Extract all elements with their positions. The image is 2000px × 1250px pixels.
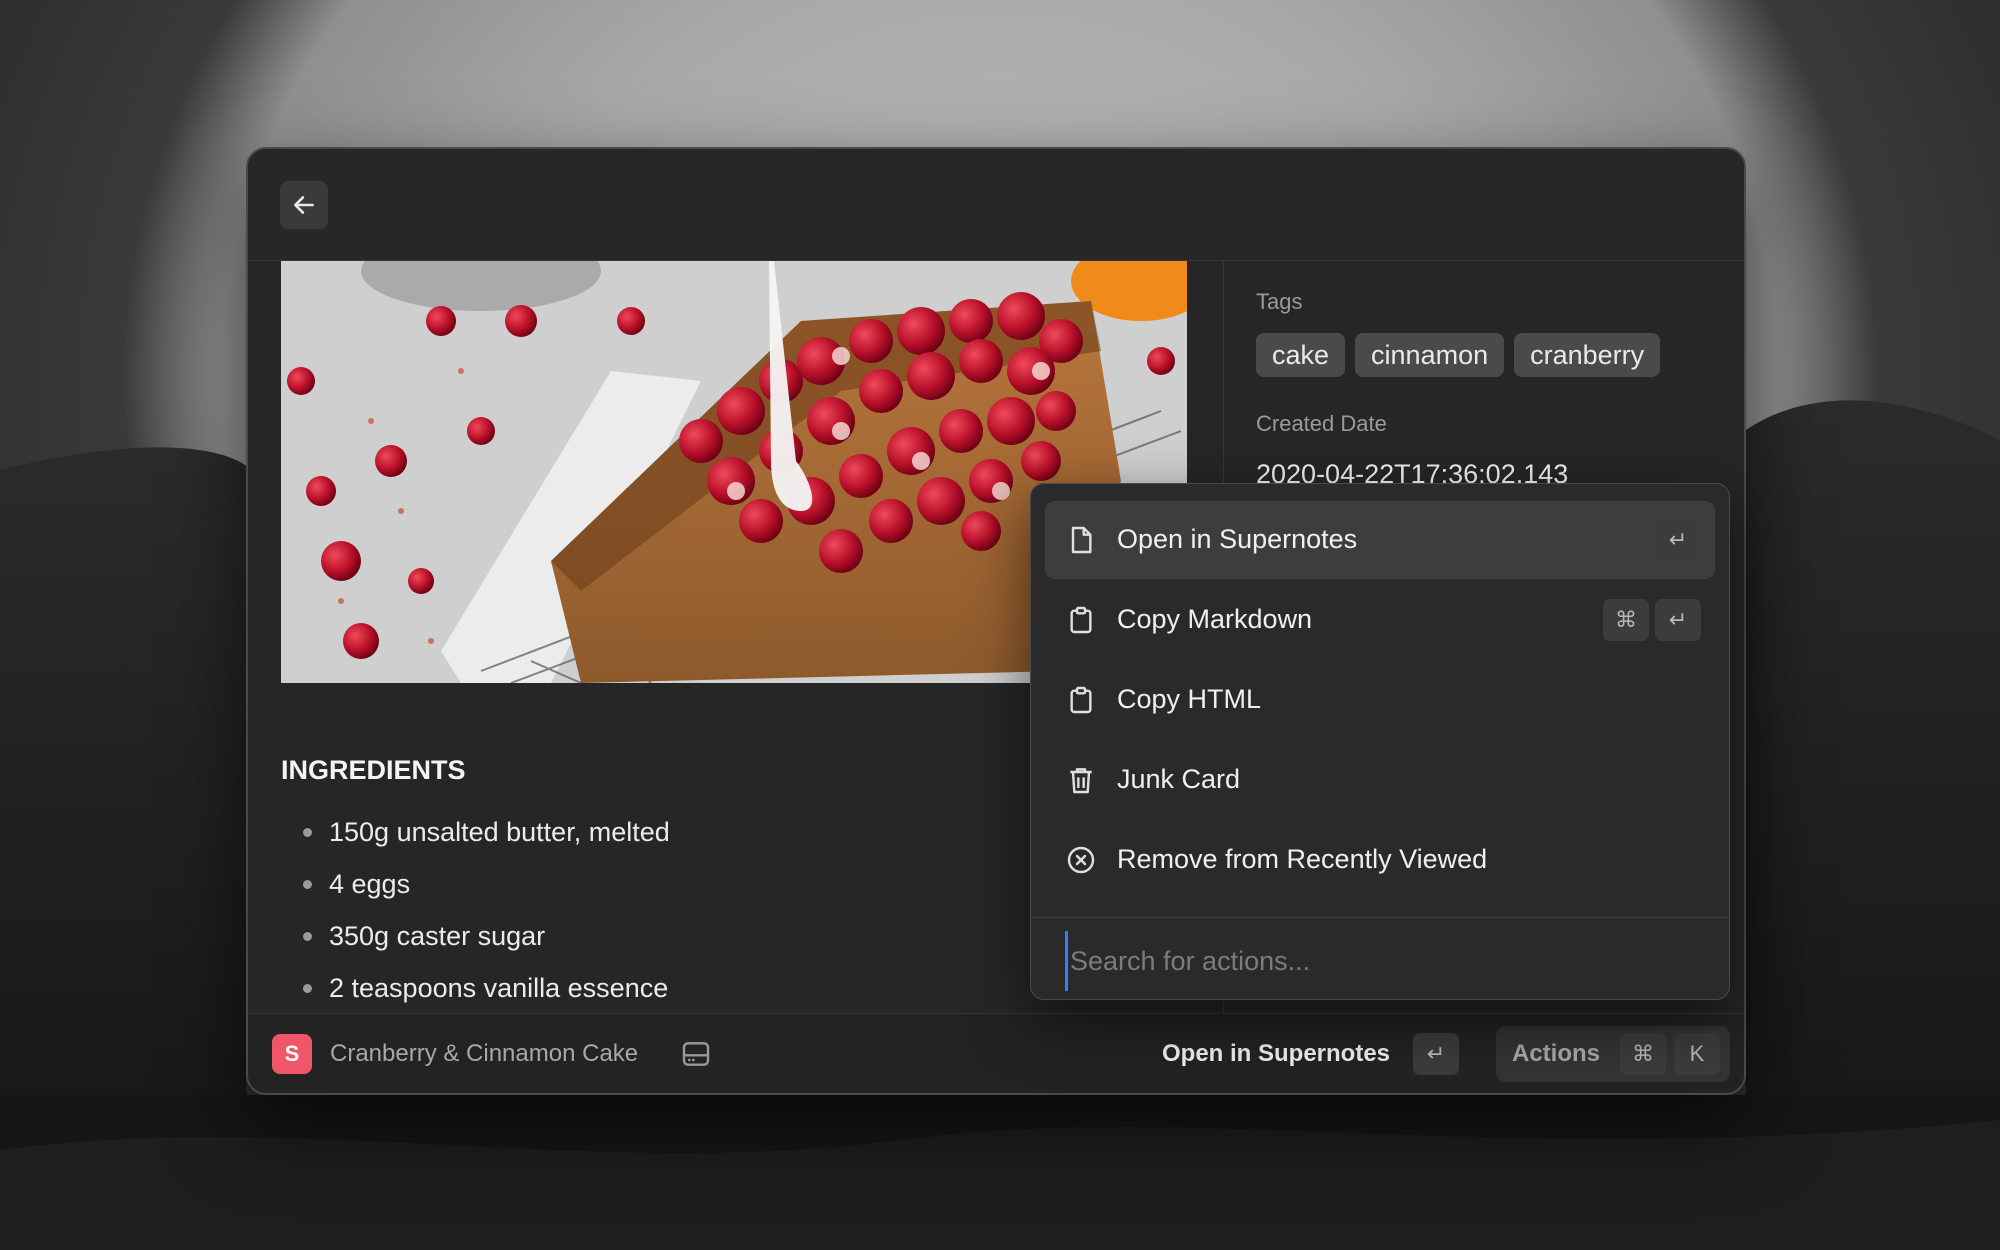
menu-item-open-in-supernotes[interactable]: Open in Supernotes ↵ <box>1045 501 1715 579</box>
hard-drive-icon <box>682 1042 710 1066</box>
actions-label: Actions <box>1512 1040 1601 1067</box>
enter-key-hint: ↵ <box>1413 1033 1459 1075</box>
created-date-label: Created Date <box>1256 411 1387 436</box>
actions-popover: Open in Supernotes ↵ Copy Markdown ⌘ ↵ C… <box>1030 483 1730 1000</box>
tags-label: Tags <box>1256 289 1303 314</box>
menu-item-label: Junk Card <box>1117 764 1241 794</box>
menu-item-remove-from-recently-viewed[interactable]: Remove from Recently Viewed <box>1045 821 1715 899</box>
tag-cranberry[interactable]: cranberry <box>1514 333 1661 377</box>
top-bar <box>248 149 1744 261</box>
menu-item-junk-card[interactable]: Junk Card <box>1045 741 1715 819</box>
tag-list: cake cinnamon cranberry <box>1256 333 1716 377</box>
primary-action-button[interactable]: Open in Supernotes <box>1162 1040 1390 1068</box>
arrow-left-icon <box>294 196 314 214</box>
shortcut-hint: ⌘ ↵ <box>1603 599 1701 641</box>
popover-divider <box>1031 917 1729 918</box>
clipboard-icon <box>1070 606 1092 634</box>
action-search <box>1065 931 1705 991</box>
supernotes-app-icon: S <box>272 1034 312 1074</box>
footer-bar: S Cranberry & Cinnamon Cake Open in Supe… <box>248 1013 1744 1093</box>
document-icon <box>1071 526 1092 554</box>
shortcut-hint: ↵ <box>1655 519 1701 561</box>
menu-item-label: Remove from Recently Viewed <box>1117 844 1488 874</box>
tag-cinnamon[interactable]: cinnamon <box>1355 333 1505 377</box>
tag-cake[interactable]: cake <box>1256 333 1346 377</box>
enter-key-hint: ↵ <box>1655 599 1701 641</box>
list-item: 2 teaspoons vanilla essence <box>281 962 670 1014</box>
list-item: 4 eggs <box>281 858 670 910</box>
note-title: Cranberry & Cinnamon Cake <box>330 1040 639 1067</box>
list-item: 150g unsalted butter, melted <box>281 806 670 858</box>
clipboard-icon <box>1070 686 1092 714</box>
menu-item-label: Open in Supernotes <box>1117 524 1358 554</box>
command-key-hint: ⌘ <box>1620 1033 1666 1075</box>
menu-item-copy-markdown[interactable]: Copy Markdown ⌘ ↵ <box>1045 581 1715 659</box>
menu-item-label: Copy HTML <box>1117 684 1262 714</box>
menu-item-copy-html[interactable]: Copy HTML <box>1045 661 1715 739</box>
k-key-hint: K <box>1674 1033 1720 1075</box>
enter-key-hint: ↵ <box>1655 519 1701 561</box>
search-input[interactable] <box>1065 931 1705 991</box>
trash-icon <box>1070 768 1092 794</box>
x-circle-icon <box>1067 846 1095 874</box>
command-key-hint: ⌘ <box>1603 599 1649 641</box>
menu-item-label: Copy Markdown <box>1117 604 1313 634</box>
metadata-panel: Tags cake cinnamon cranberry Created Dat… <box>1256 289 1716 490</box>
actions-button[interactable]: Actions ⌘ K <box>1496 1026 1730 1082</box>
back-button[interactable] <box>280 181 328 229</box>
ingredients-title: INGREDIENTS <box>281 755 466 785</box>
list-item: 350g caster sugar <box>281 910 670 962</box>
ingredients-list: 150g unsalted butter, melted 4 eggs 350g… <box>281 806 670 1014</box>
